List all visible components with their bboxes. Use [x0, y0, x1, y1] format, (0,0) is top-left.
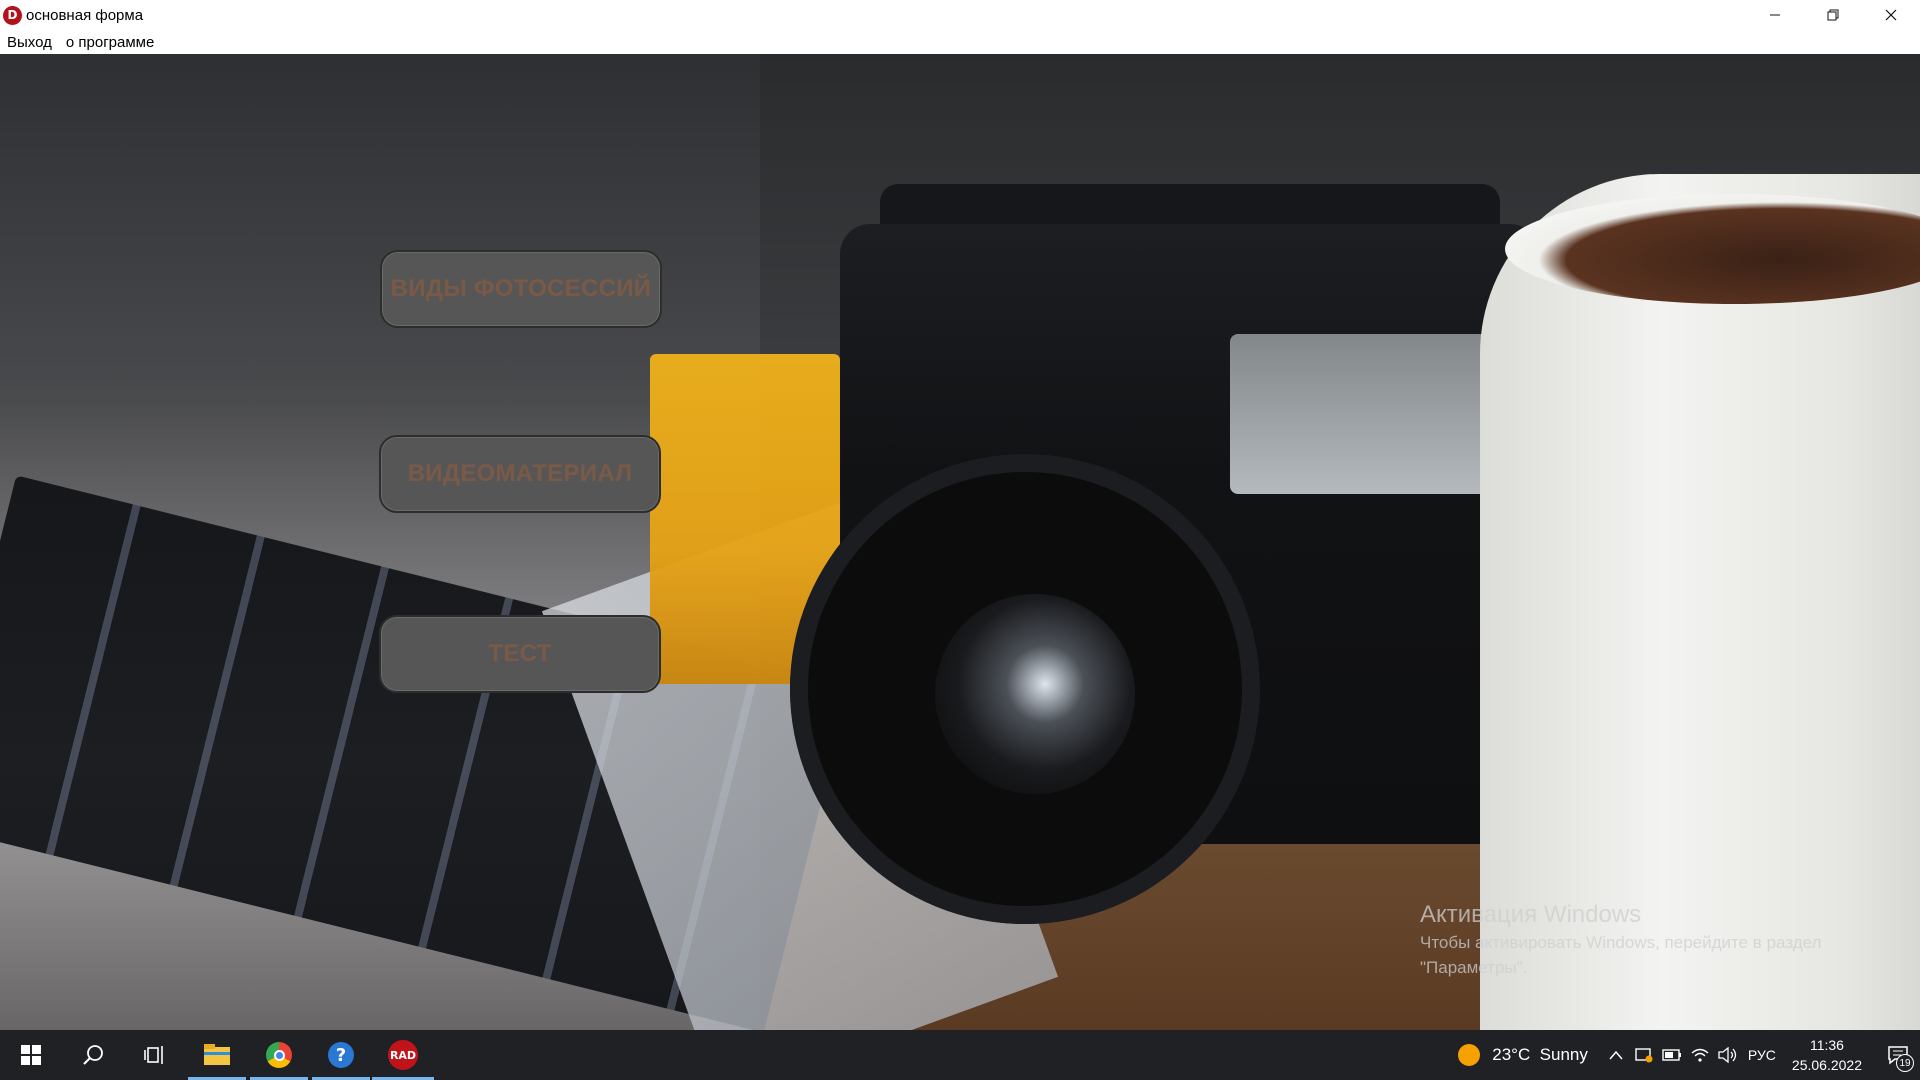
- task-view-button[interactable]: [124, 1030, 186, 1080]
- app-icon-letter: D: [7, 8, 18, 22]
- language-indicator[interactable]: РУС: [1748, 1047, 1776, 1063]
- title-bar: D основная форма: [0, 0, 1920, 30]
- volume-icon[interactable]: [1714, 1030, 1742, 1080]
- file-explorer-button[interactable]: [186, 1030, 248, 1080]
- restore-button[interactable]: [1804, 0, 1862, 30]
- notification-count-badge: 19: [1896, 1054, 1914, 1072]
- battery-icon[interactable]: [1658, 1030, 1686, 1080]
- help-button[interactable]: ?: [310, 1030, 372, 1080]
- menu-bar: Выход о программе: [0, 30, 1920, 54]
- search-icon: [83, 1045, 103, 1065]
- watermark-text: Чтобы активировать Windows, перейдите в …: [1420, 933, 1822, 977]
- app-icon: D: [3, 5, 22, 25]
- rad-studio-button[interactable]: RAD: [372, 1030, 434, 1080]
- system-tray: 23°C Sunny РУС 11:36 25.06.2022 19: [1458, 1030, 1920, 1080]
- menu-item-about[interactable]: о программе: [61, 34, 159, 51]
- camera-lens-glass: [935, 594, 1135, 794]
- chevron-up-icon[interactable]: [1602, 1030, 1630, 1080]
- test-button[interactable]: ТЕСТ: [379, 615, 661, 693]
- start-button[interactable]: [0, 1030, 62, 1080]
- sun-icon: [1458, 1044, 1481, 1066]
- notification-center-button[interactable]: 19: [1876, 1030, 1920, 1080]
- chrome-button[interactable]: [248, 1030, 310, 1080]
- menu-item-exit[interactable]: Выход: [2, 34, 57, 51]
- clock[interactable]: 11:36 25.06.2022: [1792, 1035, 1862, 1075]
- chrome-icon: [266, 1042, 292, 1068]
- minimize-icon: [1770, 14, 1780, 16]
- window-controls: [1746, 0, 1920, 30]
- search-button[interactable]: [62, 1030, 124, 1080]
- weather-condition: Sunny: [1539, 1045, 1588, 1064]
- photoshoot-types-button[interactable]: ВИДЫ ФОТОСЕССИЙ: [380, 250, 662, 328]
- taskbar: ? RAD 23°C Sunny РУС 11:36 25.06.2022 19: [0, 1030, 1920, 1080]
- minimize-button[interactable]: [1746, 0, 1804, 30]
- weather-temp: 23°C: [1492, 1045, 1531, 1064]
- close-button[interactable]: [1862, 0, 1920, 30]
- file-explorer-icon: [204, 1044, 230, 1065]
- watermark-title: Активация Windows: [1420, 901, 1642, 928]
- wifi-icon[interactable]: [1686, 1030, 1714, 1080]
- close-icon: [1885, 9, 1897, 21]
- activation-watermark: Активация Windows Чтобы активировать Win…: [1420, 900, 1880, 980]
- window-title: основная форма: [26, 6, 144, 24]
- form-content: ВИДЫ ФОТОСЕССИЙ ВИДЕОМАТЕРИАЛ ТЕСТ Актив…: [0, 54, 1920, 1030]
- security-icon[interactable]: [1630, 1030, 1658, 1080]
- clock-date: 25.06.2022: [1791, 1057, 1862, 1073]
- start-icon: [21, 1045, 41, 1065]
- camera-viewfinder-image: [1230, 334, 1490, 494]
- weather-widget[interactable]: 23°C Sunny: [1458, 1044, 1588, 1066]
- clock-time: 11:36: [1809, 1037, 1844, 1053]
- help-icon: ?: [328, 1042, 354, 1068]
- video-material-button[interactable]: ВИДЕОМАТЕРИАЛ: [379, 435, 661, 513]
- restore-icon: [1827, 9, 1839, 21]
- task-view-icon: [144, 1046, 163, 1064]
- rad-studio-icon: RAD: [388, 1040, 418, 1070]
